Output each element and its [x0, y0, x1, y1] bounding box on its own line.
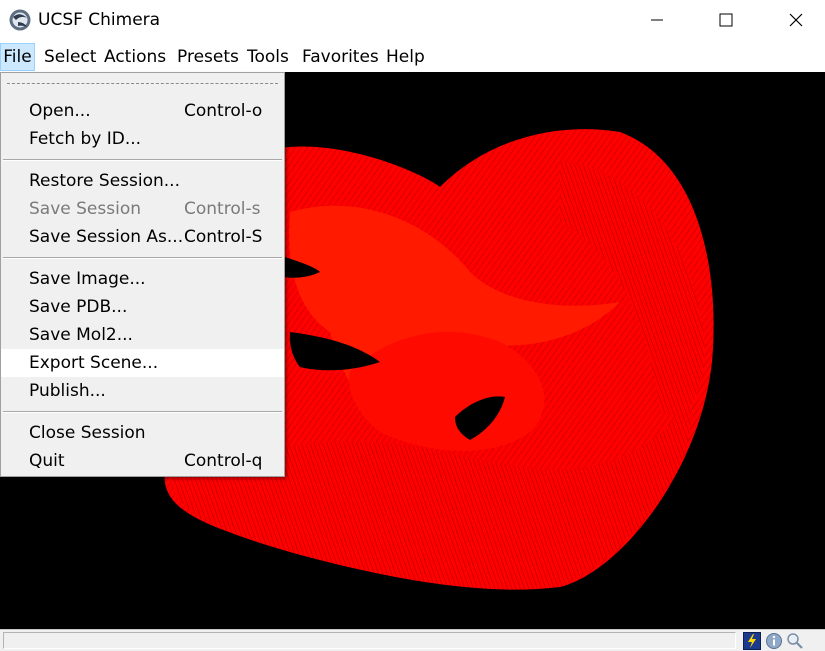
info-icon[interactable] [765, 632, 783, 650]
menu-item-publish[interactable]: Publish... [1, 377, 284, 405]
menu-favorites[interactable]: Favorites [302, 43, 379, 71]
maximize-button[interactable] [703, 0, 749, 40]
menu-item-close-session[interactable]: Close Session [1, 419, 284, 447]
menu-item-save-image[interactable]: Save Image... [1, 265, 284, 293]
close-button[interactable] [773, 0, 819, 40]
menu-tools[interactable]: Tools [247, 43, 289, 71]
status-message-field [3, 632, 736, 649]
menu-presets[interactable]: Presets [177, 43, 239, 71]
status-bar [0, 629, 825, 651]
file-menu-dropdown: Open... Control-o Fetch by ID... Restore… [0, 72, 285, 477]
tearoff-line[interactable] [7, 83, 278, 84]
menu-item-fetch-by-id[interactable]: Fetch by ID... [1, 125, 284, 153]
menu-item-save-session-as[interactable]: Save Session As... Control-S [1, 223, 284, 251]
menu-item-restore-session[interactable]: Restore Session... [1, 167, 284, 195]
menu-item-save-pdb[interactable]: Save PDB... [1, 293, 284, 321]
menu-separator [3, 159, 282, 161]
menu-actions[interactable]: Actions [104, 43, 166, 71]
lightning-icon[interactable] [743, 632, 761, 650]
menu-separator [3, 257, 282, 259]
magnifier-icon[interactable] [786, 632, 804, 650]
chimera-app-icon [9, 9, 31, 31]
window-title: UCSF Chimera [38, 10, 161, 30]
menu-select[interactable]: Select [44, 43, 96, 71]
minimize-button[interactable] [634, 0, 680, 40]
menu-item-export-scene[interactable]: Export Scene... [1, 349, 284, 377]
menu-item-save-session: Save Session Control-s [29, 199, 261, 219]
menu-item-open[interactable]: Open... Control-o [1, 97, 284, 125]
menu-separator [3, 411, 282, 413]
minimize-icon [651, 19, 663, 21]
menu-bar: File Select Actions Presets Tools Favori… [0, 42, 825, 72]
close-icon [789, 13, 803, 27]
menu-help[interactable]: Help [386, 43, 425, 71]
menu-file[interactable]: File [0, 43, 35, 71]
title-bar: UCSF Chimera [0, 0, 825, 40]
maximize-icon [719, 13, 733, 27]
menu-item-quit[interactable]: Quit Control-q [1, 447, 284, 475]
menu-item-save-mol2[interactable]: Save Mol2... [1, 321, 284, 349]
